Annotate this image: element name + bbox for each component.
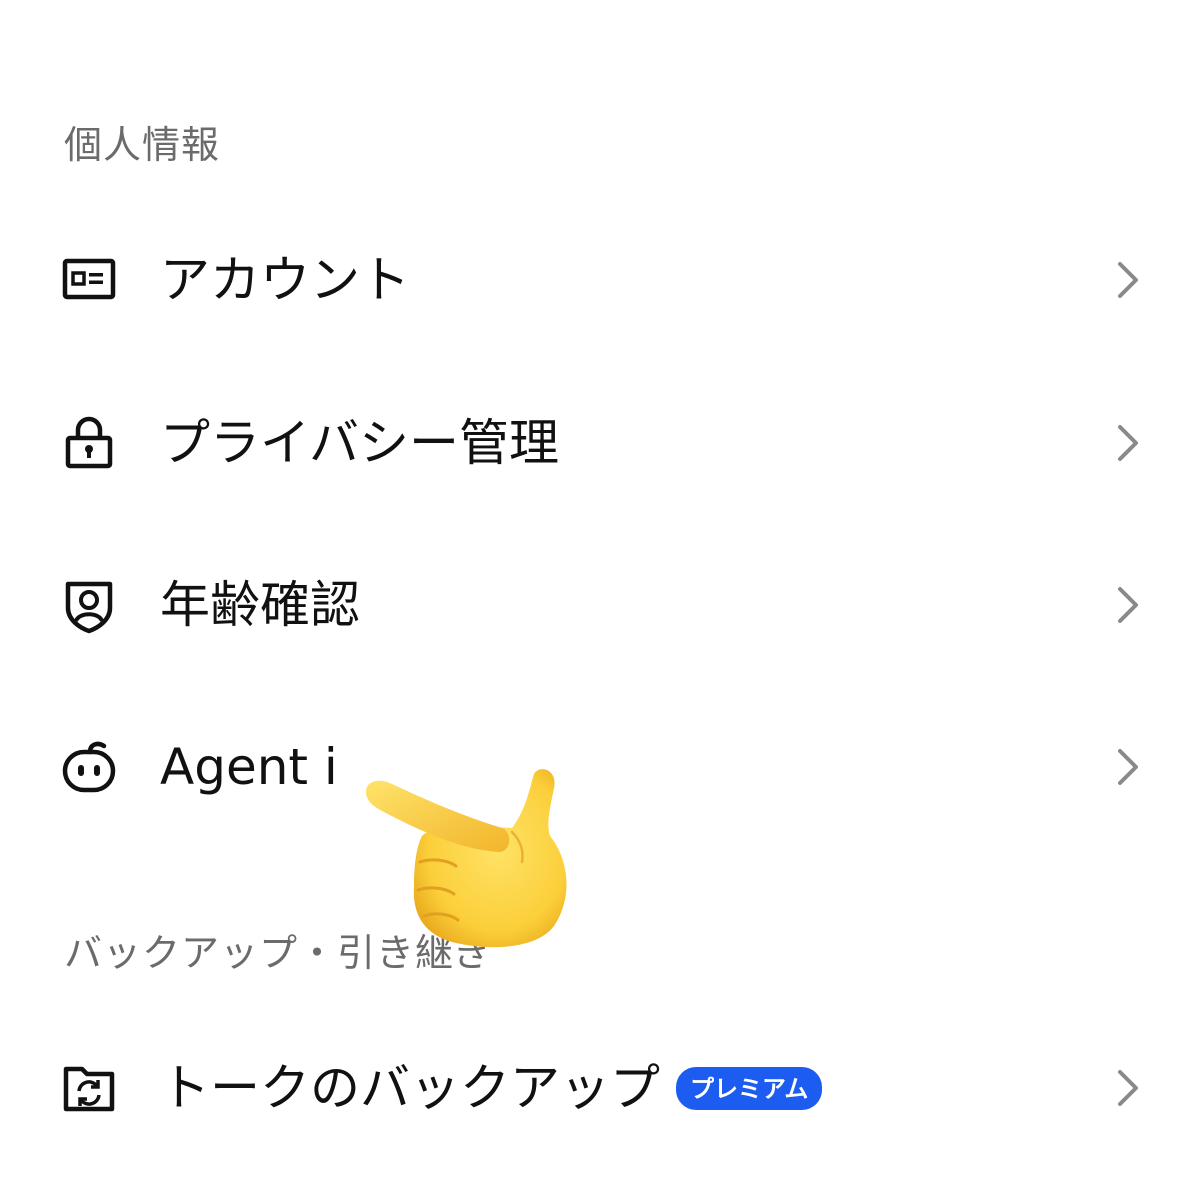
chevron-right-icon [1110, 747, 1144, 787]
menu-item-label-wrap: トークのバックアップ プレミアム [160, 1059, 823, 1117]
menu-item-agent-i[interactable]: Agent i [0, 692, 1200, 842]
menu-item-talk-backup[interactable]: トークのバックアップ プレミアム [0, 1013, 1200, 1163]
section-header-personal-info: 個人情報 [64, 123, 221, 167]
agent-bot-icon [60, 738, 118, 796]
menu-item-age-verification[interactable]: 年齢確認 [0, 530, 1200, 680]
menu-item-label: アカウント [160, 251, 410, 309]
premium-badge: プレミアム [676, 1066, 823, 1110]
section-header-backup: バックアップ・引き継ぎ [64, 931, 494, 975]
menu-item-label: トークのバックアップ [160, 1059, 660, 1117]
chevron-right-icon [1110, 585, 1144, 625]
chevron-right-icon [1110, 260, 1144, 300]
id-card-icon [60, 251, 118, 309]
chevron-right-icon [1110, 1068, 1144, 1108]
menu-item-account[interactable]: アカウント [0, 205, 1200, 355]
shield-person-icon [60, 576, 118, 634]
menu-item-label: プライバシー管理 [160, 414, 559, 472]
menu-item-label: 年齢確認 [160, 576, 360, 634]
menu-item-label: Agent i [160, 738, 338, 796]
chevron-right-icon [1110, 423, 1144, 463]
menu-item-privacy[interactable]: プライバシー管理 [0, 368, 1200, 518]
folder-sync-icon [60, 1059, 118, 1117]
lock-icon [60, 414, 118, 472]
